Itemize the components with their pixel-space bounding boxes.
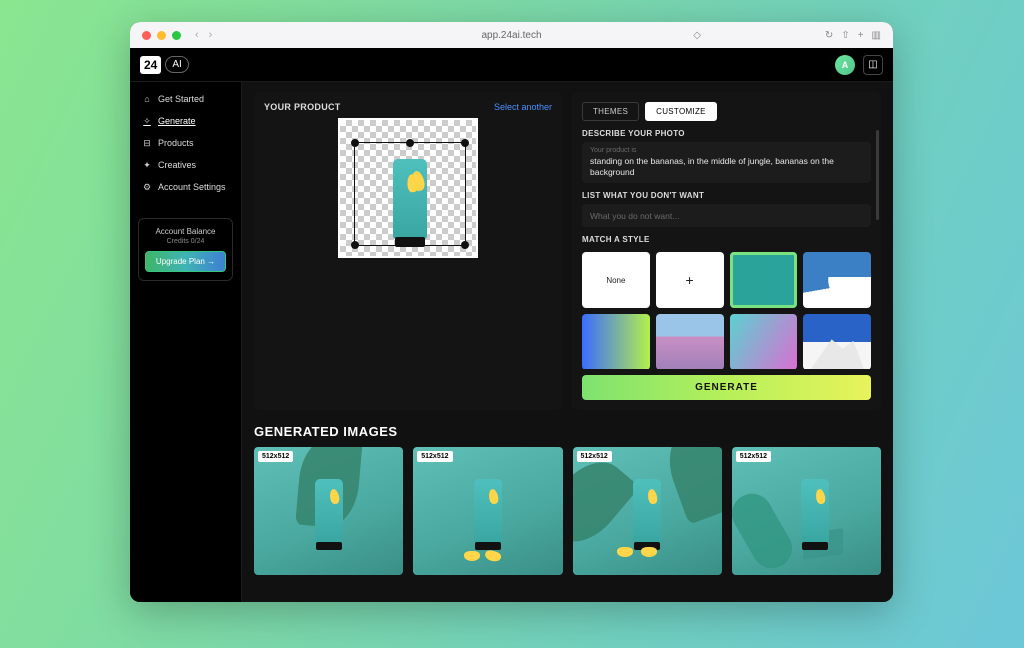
leaf-decor [573, 448, 640, 556]
banana-decor [815, 488, 826, 504]
style-milk-splash[interactable] [803, 252, 871, 308]
style-add[interactable]: + [656, 252, 724, 308]
describe-label: DESCRIBE YOUR PHOTO [582, 129, 871, 138]
privacy-shield-icon[interactable]: ◇ [693, 30, 701, 41]
style-teal-pink-gradient[interactable] [730, 314, 798, 369]
generated-image[interactable]: 512x512 [732, 447, 881, 575]
logo-primary: 24 [140, 56, 161, 74]
sidebar-item-products[interactable]: ⊟ Products [138, 134, 233, 152]
match-style-label: MATCH A STYLE [582, 235, 871, 244]
sidebar-item-label: Generate [158, 116, 196, 126]
style-blue-yellow-gradient[interactable] [582, 314, 650, 369]
tabs-icon[interactable]: ▥ [872, 30, 881, 41]
banana-decor [328, 488, 339, 504]
generated-title: GENERATED IMAGES [254, 424, 881, 439]
sidebar-item-label: Creatives [158, 160, 196, 170]
window-close[interactable] [142, 31, 151, 40]
window-zoom[interactable] [172, 31, 181, 40]
browser-window: ‹ › ◇ app.24ai.tech ↻ ⇧ + ▥ 24 AI A ◫ ⌂ … [130, 22, 893, 602]
app-logo[interactable]: 24 AI [140, 56, 189, 74]
tab-themes[interactable]: THEMES [582, 102, 639, 121]
sidebar: ⌂ Get Started ✧ Generate ⊟ Products ✦ Cr… [130, 82, 242, 602]
product-panel: YOUR PRODUCT Select another [254, 92, 562, 410]
sidebar-item-account-settings[interactable]: ⚙ Account Settings [138, 178, 233, 196]
product-image[interactable] [393, 159, 427, 239]
exclude-placeholder[interactable]: What you do not want... [590, 211, 863, 222]
sidebar-item-label: Account Settings [158, 182, 226, 192]
avatar[interactable]: A [835, 55, 855, 75]
balance-box: Account Balance Credits 0/24 Upgrade Pla… [138, 218, 233, 281]
style-none[interactable]: None [582, 252, 650, 308]
exclude-input[interactable]: What you do not want... [582, 204, 871, 227]
leaf-decor [658, 447, 722, 525]
style-mountain[interactable] [803, 314, 871, 369]
describe-input[interactable]: Your product is standing on the bananas,… [582, 142, 871, 183]
size-badge: 512x512 [577, 451, 612, 462]
generated-section: GENERATED IMAGES 512x512 512x512 51 [254, 424, 881, 575]
tube-render [474, 479, 502, 543]
banana-decor [617, 547, 633, 557]
url-display[interactable]: app.24ai.tech [481, 30, 541, 41]
sidebar-item-creatives[interactable]: ✦ Creatives [138, 156, 233, 174]
tube-render [315, 479, 343, 543]
selection-box[interactable] [354, 142, 466, 246]
describe-hint: Your product is [590, 147, 863, 154]
generate-button[interactable]: GENERATE [582, 375, 871, 400]
customize-panel: THEMES CUSTOMIZE DESCRIBE YOUR PHOTO You… [572, 92, 881, 410]
tube-render [801, 479, 829, 543]
panel-toggle-icon[interactable]: ◫ [863, 55, 883, 75]
sidebar-item-label: Get Started [158, 94, 204, 104]
logo-secondary: AI [165, 56, 188, 73]
app-header: 24 AI A ◫ [130, 48, 893, 82]
exclude-label: LIST WHAT YOU DON'T WANT [582, 191, 871, 200]
main-content: YOUR PRODUCT Select another [242, 82, 893, 602]
banana-decor [464, 551, 480, 561]
gear-icon: ⚙ [142, 182, 152, 192]
tab-customize[interactable]: CUSTOMIZE [645, 102, 717, 121]
banana-decor [488, 488, 499, 504]
banana-decor [484, 549, 502, 563]
wand-icon: ✧ [142, 116, 152, 126]
sidebar-item-generate[interactable]: ✧ Generate [138, 112, 233, 130]
balance-title: Account Balance [145, 227, 226, 236]
resize-handle[interactable] [461, 241, 469, 249]
upgrade-plan-button[interactable]: Upgrade Plan → [145, 251, 226, 272]
describe-value[interactable]: standing on the bananas, in the middle o… [590, 156, 863, 178]
size-badge: 512x512 [417, 451, 452, 462]
sparkle-icon: ✦ [142, 160, 152, 170]
box-icon: ⊟ [142, 138, 152, 148]
window-minimize[interactable] [157, 31, 166, 40]
resize-handle[interactable] [461, 139, 469, 147]
reader-icon[interactable]: ↻ [825, 30, 833, 41]
leaf-decor [732, 486, 799, 575]
banana-decor [410, 170, 426, 192]
product-canvas[interactable] [338, 118, 478, 258]
balance-credits: Credits 0/24 [145, 238, 226, 245]
nav-back-icon[interactable]: ‹ [195, 29, 199, 41]
banana-decor [647, 488, 658, 504]
nav-forward-icon[interactable]: › [209, 29, 213, 41]
style-flower-field[interactable] [656, 314, 724, 369]
sidebar-item-get-started[interactable]: ⌂ Get Started [138, 90, 233, 108]
tube-render [633, 479, 661, 543]
browser-titlebar: ‹ › ◇ app.24ai.tech ↻ ⇧ + ▥ [130, 22, 893, 48]
banana-decor [641, 547, 657, 557]
home-icon: ⌂ [142, 94, 152, 104]
resize-handle[interactable] [351, 139, 359, 147]
resize-handle[interactable] [351, 241, 359, 249]
resize-handle[interactable] [406, 139, 414, 147]
scrollbar[interactable] [876, 130, 879, 220]
size-badge: 512x512 [258, 451, 293, 462]
share-icon[interactable]: ⇧ [841, 30, 849, 41]
select-another-link[interactable]: Select another [494, 102, 552, 112]
generated-image[interactable]: 512x512 [254, 447, 403, 575]
generated-image[interactable]: 512x512 [413, 447, 562, 575]
product-panel-title: YOUR PRODUCT [264, 102, 341, 112]
new-tab-icon[interactable]: + [858, 30, 864, 41]
style-teal-selected[interactable] [730, 252, 798, 308]
sidebar-item-label: Products [158, 138, 194, 148]
size-badge: 512x512 [736, 451, 771, 462]
generated-image[interactable]: 512x512 [573, 447, 722, 575]
